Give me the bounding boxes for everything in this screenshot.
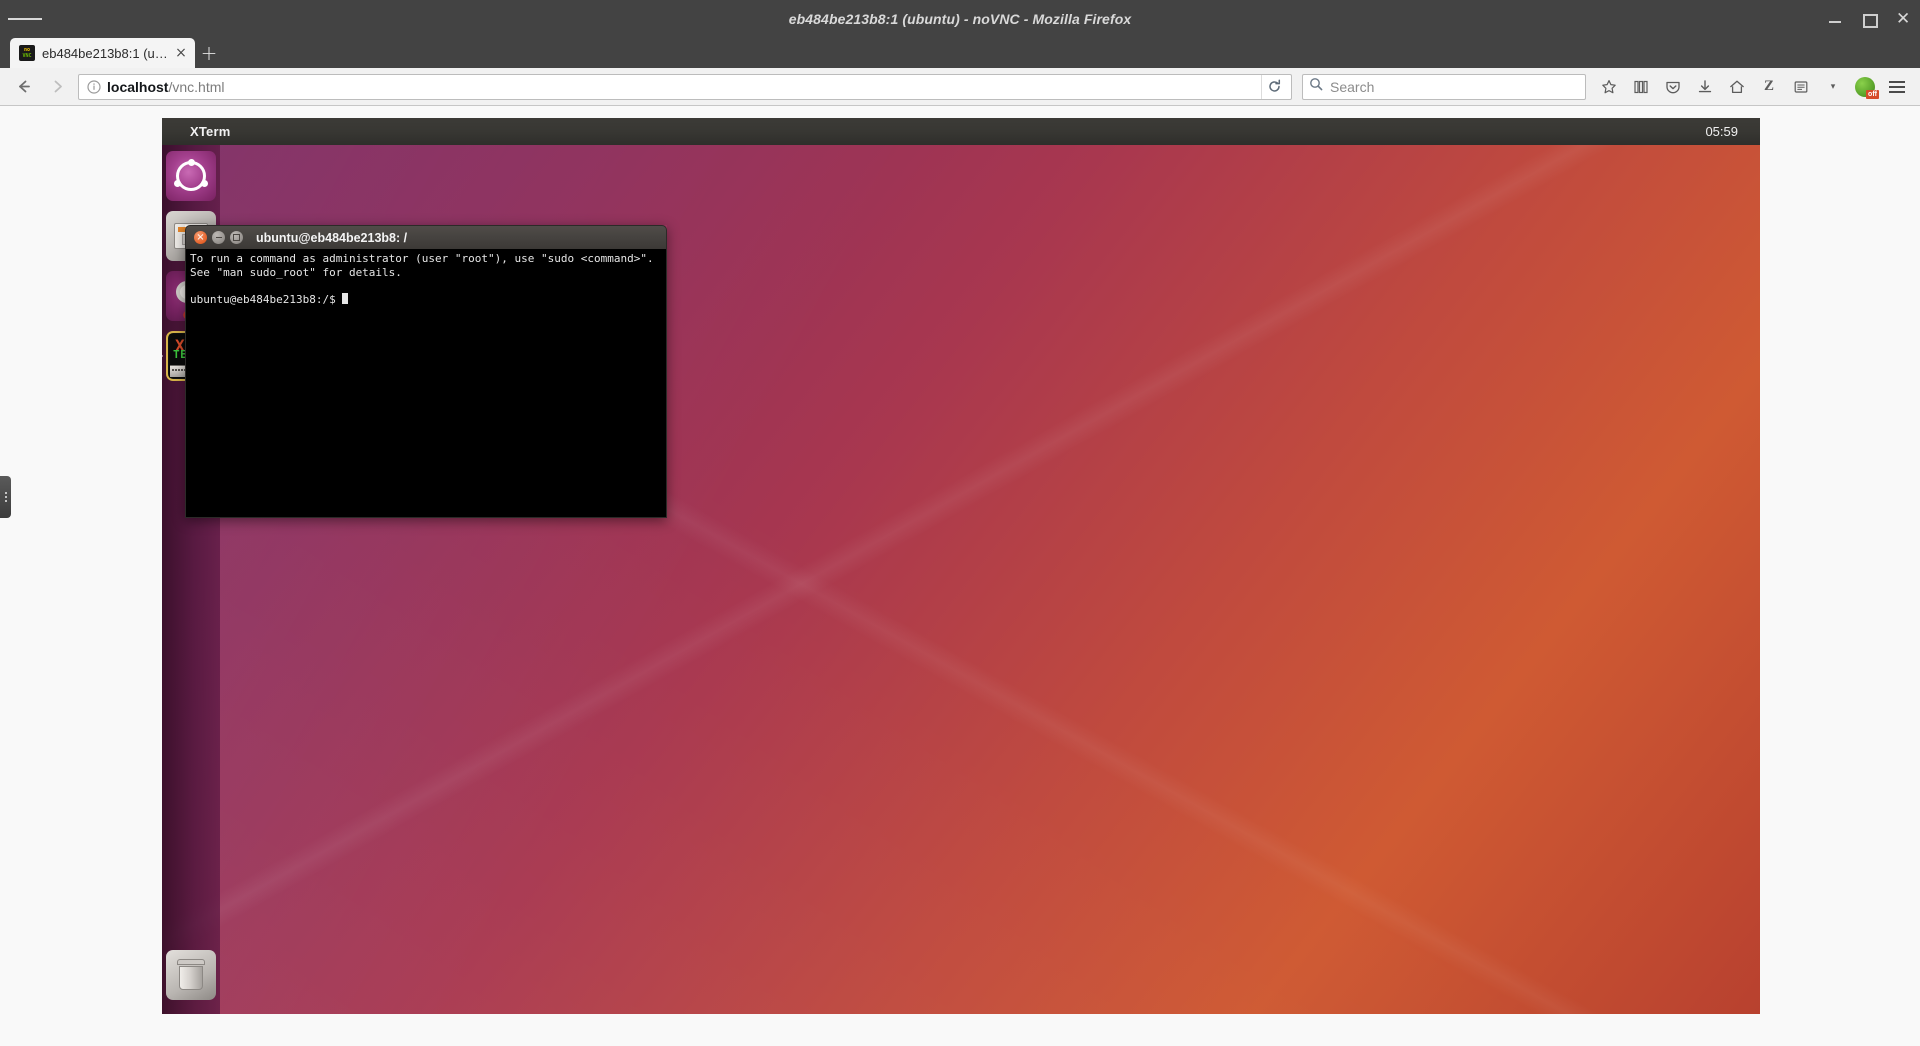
launcher-item-ubuntu-dash[interactable] xyxy=(166,151,216,201)
forward-button[interactable] xyxy=(42,73,72,101)
ublock-origin-icon[interactable]: off xyxy=(1850,73,1880,101)
url-path: /vnc.html xyxy=(168,78,225,95)
hamburger-line xyxy=(30,18,42,20)
launcher-active-arrow-left xyxy=(162,351,163,361)
terminal-line-1: To run a command as administrator (user … xyxy=(190,252,654,265)
tab-label: eb484be213b8:1 (u… xyxy=(42,45,166,61)
home-icon[interactable] xyxy=(1722,73,1752,101)
tab-novnc[interactable]: no VNC eb484be213b8:1 (u… × xyxy=(10,38,195,68)
window-titlebar: eb484be213b8:1 (ubuntu) - noVNC - Mozill… xyxy=(0,0,1920,38)
info-icon[interactable] xyxy=(87,79,101,94)
back-button[interactable] xyxy=(8,73,38,101)
ublock-shield: off xyxy=(1855,76,1879,99)
navigation-toolbar: localhost/vnc.html Search Z ▾ off xyxy=(0,68,1920,106)
terminal-cursor xyxy=(342,292,349,304)
xterm-window-title: ubuntu@eb484be213b8: / xyxy=(256,230,408,245)
firefox-menu-icon[interactable] xyxy=(1882,73,1912,101)
terminal-output[interactable]: To run a command as administrator (user … xyxy=(185,249,667,518)
bookmark-star-icon[interactable] xyxy=(1594,73,1624,101)
tab-close-icon[interactable]: × xyxy=(173,46,189,60)
menu-lines xyxy=(1889,80,1905,93)
favicon-text-bottom: VNC xyxy=(22,53,32,59)
hamburger-line xyxy=(8,18,20,20)
trash-body xyxy=(179,966,203,990)
toolbar-icon-group: Z ▾ off xyxy=(1594,73,1912,101)
trash-lid xyxy=(177,959,205,965)
hamburger-icon[interactable] xyxy=(8,0,42,38)
novnc-favicon: no VNC xyxy=(19,45,35,61)
xterm-window[interactable]: ubuntu@eb484be213b8: / To run a command … xyxy=(185,225,667,518)
firefox-window: eb484be213b8:1 (ubuntu) - noVNC - Mozill… xyxy=(0,0,1920,1046)
xterm-minimize-icon[interactable] xyxy=(212,231,225,244)
handle-dots xyxy=(4,492,7,502)
reader-view-icon[interactable] xyxy=(1786,73,1816,101)
search-icon xyxy=(1309,77,1323,96)
search-input[interactable]: Search xyxy=(1330,79,1374,95)
terminal-prompt: ubuntu@eb484be213b8:/$ xyxy=(190,292,343,306)
new-tab-button[interactable]: + xyxy=(195,38,223,68)
maximize-icon[interactable] xyxy=(1862,12,1878,28)
vnc-canvas[interactable]: XTerm 05:59 X × ubuntu@eb484be213b8: / T… xyxy=(162,118,1760,1014)
tab-strip: no VNC eb484be213b8:1 (u… × + xyxy=(0,38,1920,68)
xterm-maximize-icon[interactable] xyxy=(230,231,243,244)
url-host: localhost xyxy=(107,78,169,95)
ubuntu-dash-icon xyxy=(174,159,208,191)
window-title: eb484be213b8:1 (ubuntu) - noVNC - Mozill… xyxy=(788,11,1132,27)
unity-top-panel: XTerm 05:59 xyxy=(162,118,1760,145)
minimize-icon[interactable] xyxy=(1828,12,1842,26)
launcher-item-trash[interactable] xyxy=(166,950,216,1000)
hamburger-line xyxy=(19,18,31,20)
page-content: XTerm 05:59 X × ubuntu@eb484be213b8: / T… xyxy=(0,106,1920,1046)
downloads-icon[interactable] xyxy=(1690,73,1720,101)
reload-icon[interactable] xyxy=(1261,74,1287,99)
terminal-line-2: See "man sudo_root" for details. xyxy=(190,265,402,279)
zotero-glyph: Z xyxy=(1763,78,1774,94)
ublock-off-badge: off xyxy=(1866,89,1879,99)
url-bar[interactable]: localhost/vnc.html xyxy=(78,73,1292,100)
pocket-icon[interactable] xyxy=(1658,73,1688,101)
trash-icon xyxy=(176,959,206,991)
chevron-down-icon[interactable]: ▾ xyxy=(1818,73,1848,101)
library-icon[interactable] xyxy=(1626,73,1656,101)
unity-app-name: XTerm xyxy=(190,124,231,139)
unity-clock[interactable]: 05:59 xyxy=(1705,124,1738,139)
url-text[interactable]: localhost/vnc.html xyxy=(107,79,1255,95)
xterm-titlebar[interactable]: ubuntu@eb484be213b8: / xyxy=(185,225,667,249)
search-bar[interactable]: Search xyxy=(1302,73,1586,100)
xterm-close-icon[interactable] xyxy=(194,231,207,244)
close-icon[interactable]: ✕ xyxy=(1896,11,1910,28)
zotero-icon[interactable]: Z xyxy=(1754,73,1784,101)
novnc-control-bar-handle[interactable] xyxy=(0,476,11,518)
chevron-glyph: ▾ xyxy=(1830,81,1836,91)
window-controls: ✕ xyxy=(1828,0,1910,38)
